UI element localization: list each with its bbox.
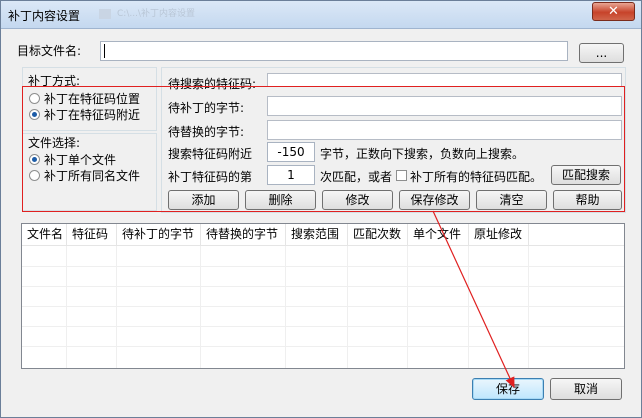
- grid-line: [22, 266, 624, 267]
- grid-line: [22, 306, 624, 307]
- text-cursor: [104, 44, 105, 58]
- grid-line: [347, 246, 348, 368]
- column-search-range[interactable]: 搜索范围: [286, 224, 348, 246]
- column-filename[interactable]: 文件名: [22, 224, 67, 246]
- column-match-count[interactable]: 匹配次数: [348, 224, 408, 246]
- column-in-place[interactable]: 原址修改: [469, 224, 529, 246]
- match-index-label: 补丁特征码的第: [168, 170, 253, 184]
- grid-line: [200, 246, 201, 368]
- grid-line: [66, 246, 67, 368]
- browse-button[interactable]: ...: [579, 43, 624, 63]
- column-signature[interactable]: 特征码: [67, 224, 117, 246]
- close-button[interactable]: ✕: [592, 2, 635, 21]
- patch-bytes-label: 待补丁的字节:: [168, 101, 245, 115]
- search-code-input[interactable]: [267, 73, 622, 87]
- patch-mode-option-nearby[interactable]: 补丁在特征码附近: [44, 106, 140, 123]
- patch-mode-option-position[interactable]: 补丁在特征码位置: [44, 90, 140, 107]
- patch-all-checkbox[interactable]: [396, 170, 407, 181]
- title-bar[interactable]: 补丁内容设置 C:\...\补丁内容设置 ✕: [1, 1, 641, 29]
- grid-line: [528, 246, 529, 368]
- grid-line: [407, 246, 408, 368]
- delete-button[interactable]: 删除: [245, 190, 316, 210]
- file-select-option-single[interactable]: 补丁单个文件: [44, 151, 116, 168]
- help-button[interactable]: 帮助: [553, 190, 622, 210]
- match-suffix-label: 次匹配，或者: [320, 170, 393, 184]
- search-near-hint: 字节，正数向下搜索，负数向上搜索。: [320, 147, 525, 161]
- clear-button[interactable]: 清空: [476, 190, 547, 210]
- search-near-input[interactable]: -150: [267, 142, 315, 162]
- patch-mode-radio-position[interactable]: [29, 93, 40, 104]
- file-select-option-all[interactable]: 补丁所有同名文件: [44, 167, 140, 184]
- app-icon: [99, 8, 111, 19]
- patch-mode-label: 补丁方式:: [28, 74, 81, 88]
- grid-line: [116, 246, 117, 368]
- background-window-tab: C:\...\补丁内容设置: [99, 6, 399, 24]
- modify-button[interactable]: 修改: [322, 190, 393, 210]
- search-code-label: 待搜索的特征码:: [168, 77, 257, 91]
- search-near-label: 搜索特征码附近: [168, 147, 253, 161]
- grid-line: [22, 346, 624, 347]
- patch-mode-radio-nearby[interactable]: [29, 109, 40, 120]
- grid-line: [22, 286, 624, 287]
- grid-line: [468, 246, 469, 368]
- match-index-input[interactable]: 1: [267, 165, 315, 185]
- file-select-radio-single[interactable]: [29, 154, 40, 165]
- match-search-button[interactable]: 匹配搜索: [551, 165, 621, 185]
- replace-bytes-label: 待替换的字节:: [168, 125, 245, 139]
- table-header: 文件名 特征码 待补丁的字节 待替换的字节 搜索范围 匹配次数 单个文件 原址修…: [22, 224, 624, 246]
- file-select-radio-all[interactable]: [29, 170, 40, 181]
- column-replace-bytes[interactable]: 待替换的字节: [201, 224, 286, 246]
- patch-settings-dialog: 补丁内容设置 C:\...\补丁内容设置 ✕ 目标文件名: ... 补丁方式: …: [0, 0, 642, 418]
- save-modify-button[interactable]: 保存修改: [399, 190, 470, 210]
- patch-bytes-input[interactable]: [267, 96, 622, 116]
- add-button[interactable]: 添加: [168, 190, 239, 210]
- save-button[interactable]: 保存: [472, 378, 544, 400]
- target-file-input[interactable]: [100, 41, 568, 61]
- replace-bytes-input[interactable]: [267, 120, 622, 140]
- cancel-button[interactable]: 取消: [550, 378, 622, 400]
- column-patch-bytes[interactable]: 待补丁的字节: [117, 224, 201, 246]
- window-title: 补丁内容设置: [8, 9, 81, 23]
- grid-line: [22, 326, 624, 327]
- patch-all-label[interactable]: 补丁所有的特征码匹配。: [410, 168, 542, 185]
- file-select-label: 文件选择:: [28, 136, 81, 150]
- column-single-file[interactable]: 单个文件: [408, 224, 469, 246]
- patch-list-table[interactable]: 文件名 特征码 待补丁的字节 待替换的字节 搜索范围 匹配次数 单个文件 原址修…: [21, 223, 625, 369]
- target-file-label: 目标文件名:: [17, 44, 82, 58]
- grid-line: [285, 246, 286, 368]
